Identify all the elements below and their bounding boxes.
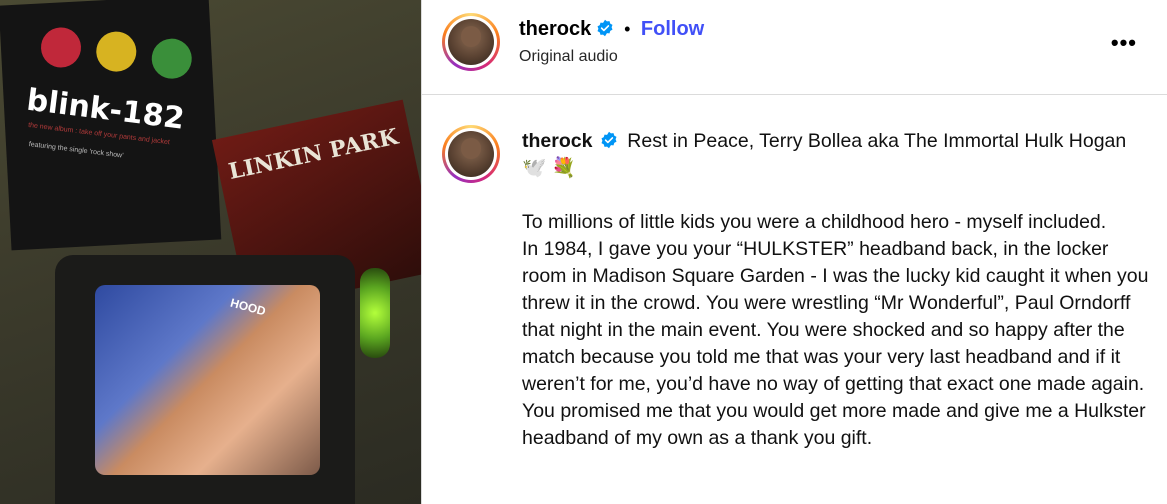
tv: HOOD <box>55 255 355 504</box>
separator-dot: • <box>624 19 631 39</box>
caption-first-line: Rest in Peace, Terry Bollea aka The Immo… <box>627 130 1127 152</box>
post-header: therock • Follow Original audio ••• <box>422 0 1167 95</box>
post-media[interactable]: blink-182 the new album : take off your … <box>0 0 421 504</box>
audio-label[interactable]: Original audio <box>519 48 618 66</box>
screen-text: HOOD <box>228 295 268 319</box>
caption-paragraph-2: In 1984, I gave you your “HULKSTER” head… <box>522 238 1149 449</box>
verified-badge-icon <box>597 19 613 37</box>
blink-182-poster: blink-182 the new album : take off your … <box>0 0 222 251</box>
post-caption: therock Rest in Peace, Terry Bollea aka … <box>522 128 1152 452</box>
poster-right-title: LINKIN PARK <box>226 123 401 186</box>
follow-button[interactable]: Follow <box>641 18 704 40</box>
tv-screen: HOOD <box>95 285 320 475</box>
caption-paragraph-1: To millions of little kids you were a ch… <box>522 211 1107 233</box>
caption-username[interactable]: therock <box>522 130 592 152</box>
caption-emojis: 🕊️ 💐 <box>522 157 576 179</box>
post-side-panel: therock • Follow Original audio ••• ther… <box>422 0 1167 504</box>
plane-icon <box>39 26 83 69</box>
caption-avatar[interactable] <box>442 125 500 183</box>
caption-verified-badge-icon <box>601 131 617 149</box>
lava-lamp <box>360 268 390 358</box>
more-options-button[interactable]: ••• <box>1111 30 1137 56</box>
poster-left-subtitle-2: featuring the single 'rock show' <box>28 141 124 160</box>
header-username[interactable]: therock <box>519 18 591 40</box>
pause-icon <box>95 30 138 73</box>
header-avatar[interactable] <box>442 13 500 71</box>
shirt-icon <box>150 37 193 80</box>
